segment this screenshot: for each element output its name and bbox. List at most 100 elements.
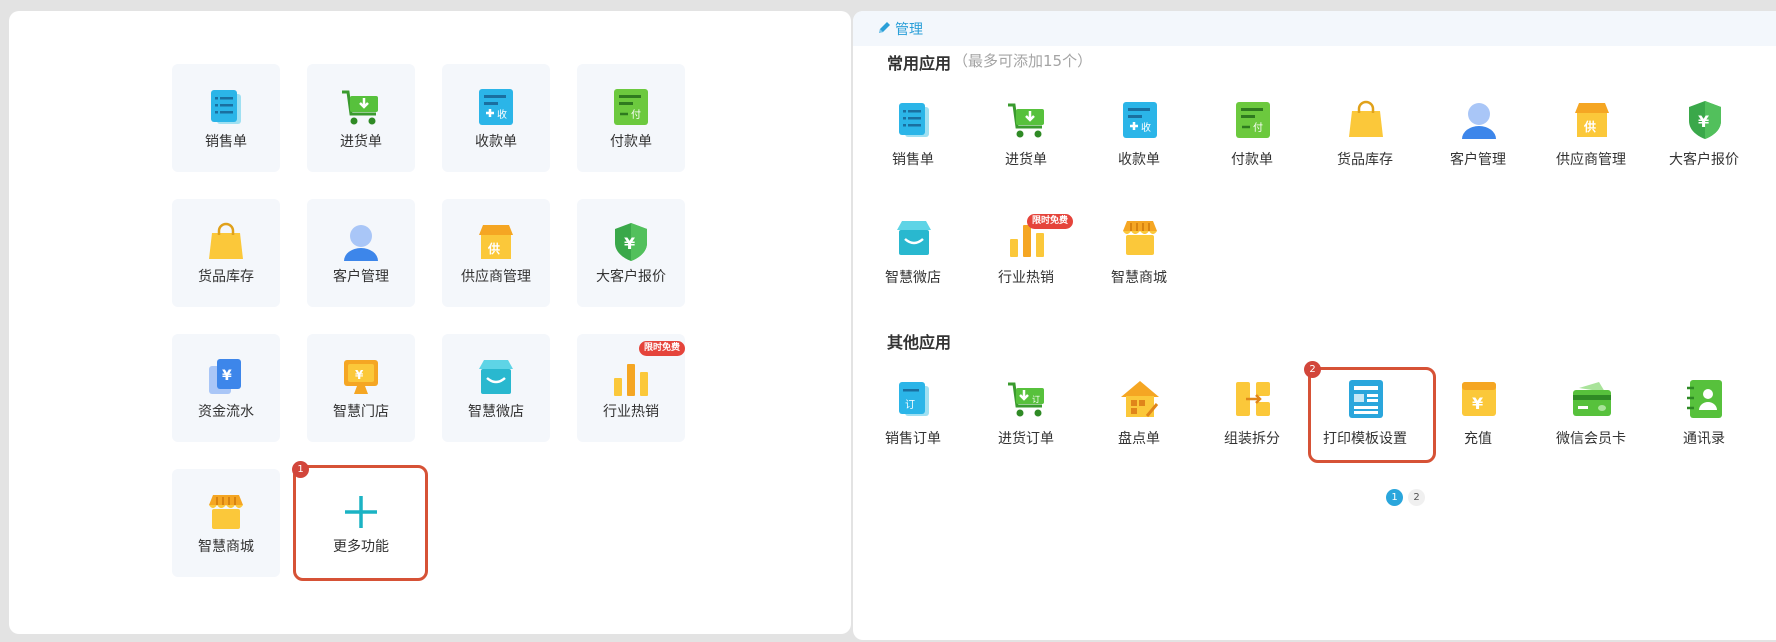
app-receipt[interactable]: 收 收款单: [1083, 99, 1195, 189]
tile-purchase[interactable]: 进货单: [307, 64, 415, 172]
sales-order-doc-icon: 订: [899, 382, 929, 416]
app-inventory[interactable]: 货品库存: [1309, 99, 1421, 189]
app-micro-shop[interactable]: 智慧微店: [857, 217, 969, 307]
app-recharge[interactable]: ¥ 充值: [1422, 378, 1534, 468]
purchase-cart-icon: [1008, 103, 1044, 138]
tile-label: 大客户报价: [596, 269, 666, 285]
purchase-order-cart-icon: 订: [1008, 382, 1044, 417]
svg-text:供: 供: [487, 241, 500, 256]
svg-text:¥: ¥: [222, 368, 232, 384]
sales-order-icon: [899, 103, 929, 137]
tile-label: 货品库存: [198, 269, 254, 285]
left-panel: 销售单 进货单 收 收款单 付 付款单 货品库存 客户管理 供 供应商管理 ¥ …: [9, 11, 851, 634]
tile-inventory[interactable]: 货品库存: [172, 199, 280, 307]
receipt-icon: 收: [479, 89, 513, 125]
common-apps-title: 常用应用: [887, 54, 952, 73]
tile-customer[interactable]: 客户管理: [307, 199, 415, 307]
app-supplier[interactable]: 供 供应商管理: [1535, 99, 1647, 189]
customer-icon: [344, 225, 378, 261]
app-sales-order-doc[interactable]: 订 销售订单: [857, 378, 969, 468]
limited-free-badge: 限时免费: [639, 341, 686, 356]
app-sales-order[interactable]: 销售单: [857, 99, 969, 189]
step-2-highlight: [1308, 367, 1436, 463]
page-1-button[interactable]: 1: [1386, 489, 1403, 506]
step-2-badge: 2: [1304, 361, 1321, 378]
svg-text:供: 供: [1583, 119, 1596, 134]
app-label: 通讯录: [1683, 431, 1725, 447]
payment-icon: 付: [614, 89, 648, 125]
tile-vip-quote[interactable]: ¥ 大客户报价: [577, 199, 685, 307]
tile-label: 销售单: [205, 134, 247, 150]
tile-hot-sales[interactable]: 行业热销 限时免费: [577, 334, 686, 442]
tile-label: 智慧门店: [333, 404, 389, 420]
micro-shop-icon: [897, 221, 931, 255]
common-apps-hint: （最多可添加15个）: [953, 52, 1093, 70]
member-card-icon: [1573, 382, 1611, 416]
step-1-highlight: [293, 465, 428, 581]
step-1-badge: 1: [292, 461, 309, 478]
page-2-button[interactable]: 2: [1408, 489, 1425, 506]
svg-text:付: 付: [631, 108, 641, 121]
contacts-book-icon: [1687, 380, 1722, 418]
cash-flow-icon: ¥: [209, 359, 241, 394]
tile-cash-flow[interactable]: ¥ 资金流水: [172, 334, 280, 442]
app-member-card[interactable]: 微信会员卡: [1535, 378, 1647, 468]
app-label: 智慧商城: [1111, 270, 1167, 286]
app-payment[interactable]: 付 付款单: [1196, 99, 1308, 189]
smart-store-monitor-icon: ¥: [344, 360, 378, 394]
app-stocktake[interactable]: 盘点单: [1083, 378, 1195, 468]
svg-text:订: 订: [905, 399, 915, 411]
inventory-bag-icon: [1349, 100, 1383, 137]
tile-mall[interactable]: 智慧商城: [172, 469, 280, 577]
other-apps-title: 其他应用: [887, 333, 952, 352]
micro-shop-icon: [479, 360, 513, 394]
mall-icon: [209, 495, 243, 529]
stocktake-house-icon: [1121, 381, 1159, 417]
purchase-cart-icon: [342, 90, 378, 125]
tile-receipt[interactable]: 收 收款单: [442, 64, 550, 172]
tile-label: 供应商管理: [461, 269, 531, 285]
tile-micro-shop[interactable]: 智慧微店: [442, 334, 550, 442]
svg-text:¥: ¥: [355, 368, 364, 382]
pencil-icon: [879, 22, 890, 33]
customer-icon: [1462, 103, 1496, 139]
tile-supplier[interactable]: 供 供应商管理: [442, 199, 550, 307]
supplier-store-icon: 供: [1575, 103, 1609, 137]
svg-text:¥: ¥: [1472, 394, 1483, 413]
mall-icon: [1123, 221, 1157, 255]
tile-payment[interactable]: 付 付款单: [577, 64, 685, 172]
tile-label: 客户管理: [333, 269, 389, 285]
right-panel: 管理 常用应用 （最多可添加15个） 销售单 进货单 收 收款单 付 付款单 货…: [853, 11, 1776, 640]
app-mall[interactable]: 智慧商城: [1083, 217, 1195, 307]
app-customer[interactable]: 客户管理: [1422, 99, 1534, 189]
supplier-store-icon: 供: [479, 225, 513, 259]
tile-label: 智慧商城: [198, 539, 254, 555]
sales-order-icon: [211, 90, 241, 124]
recharge-yen-icon: ¥: [1462, 382, 1496, 416]
tile-smart-store[interactable]: ¥ 智慧门店: [307, 334, 415, 442]
yen-shield-icon: ¥: [1689, 101, 1721, 139]
app-purchase-order[interactable]: 订 进货订单: [970, 378, 1082, 468]
assemble-split-icon: [1236, 382, 1270, 416]
app-vip-quote[interactable]: ¥ 大客户报价: [1648, 99, 1760, 189]
inventory-bag-icon: [209, 222, 243, 259]
bar-chart-icon: [614, 364, 648, 396]
app-purchase[interactable]: 进货单: [970, 99, 1082, 189]
tile-label: 收款单: [475, 134, 517, 150]
receipt-icon: 收: [1123, 102, 1157, 138]
app-assemble-split[interactable]: 组装拆分: [1196, 378, 1308, 468]
tile-label: 付款单: [610, 134, 652, 150]
limited-free-badge: 限时免费: [1027, 214, 1074, 229]
manage-bar[interactable]: 管理: [853, 11, 1776, 46]
app-label: 大客户报价: [1669, 152, 1739, 168]
payment-icon: 付: [1236, 102, 1270, 138]
tile-label: 行业热销: [603, 404, 659, 420]
app-hot-sales[interactable]: 行业热销 限时免费: [970, 214, 1082, 307]
tile-label: 资金流水: [198, 404, 254, 420]
svg-text:¥: ¥: [1698, 112, 1709, 131]
app-contacts[interactable]: 通讯录: [1648, 378, 1760, 468]
tile-label: 进货单: [340, 134, 382, 150]
svg-text:付: 付: [1253, 121, 1263, 134]
tile-sales-order[interactable]: 销售单: [172, 64, 280, 172]
tile-label: 智慧微店: [468, 404, 524, 420]
